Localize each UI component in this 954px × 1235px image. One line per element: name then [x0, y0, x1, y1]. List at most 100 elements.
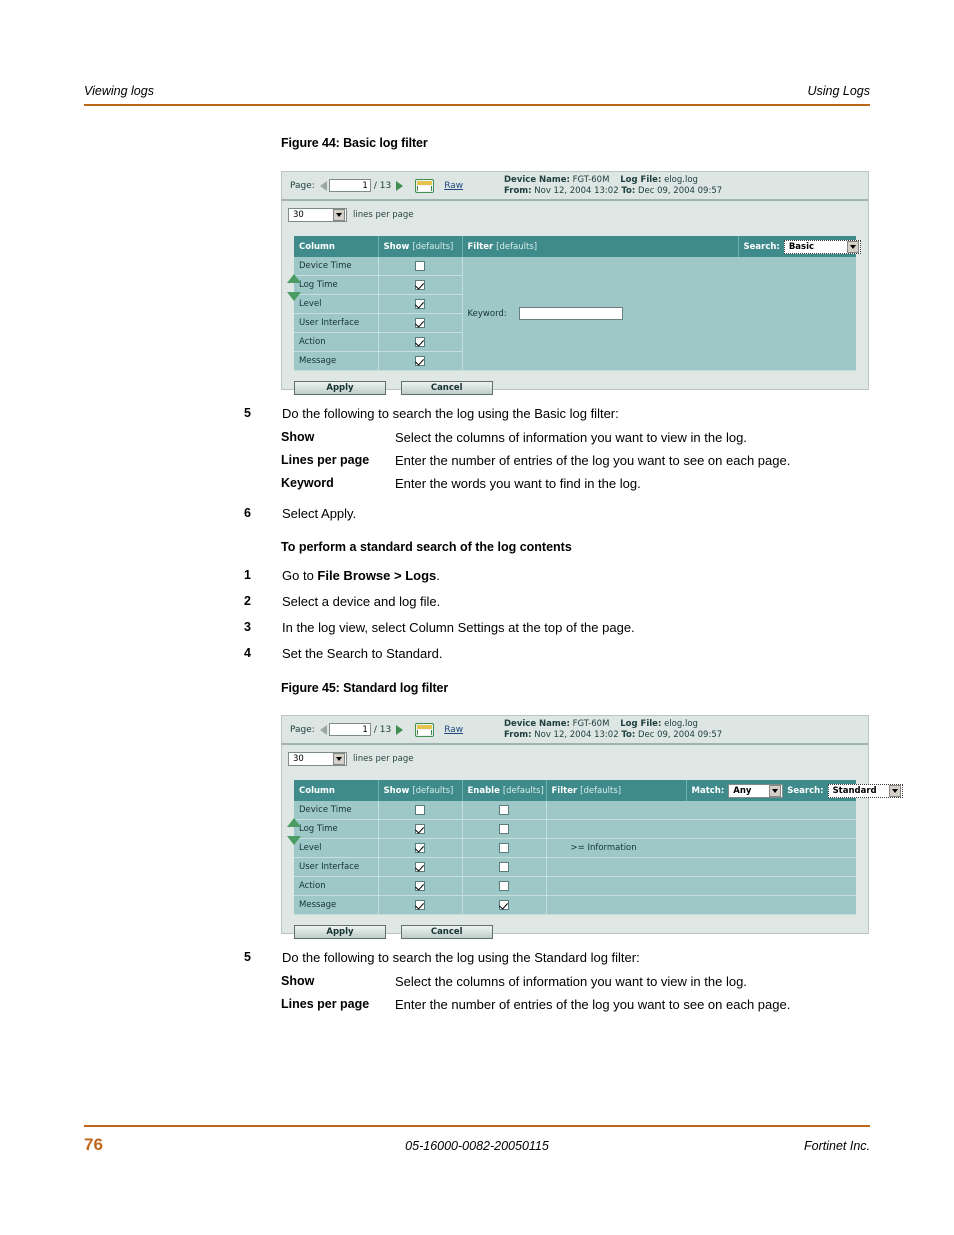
enable-checkbox-cell[interactable]	[462, 876, 547, 896]
show-checkbox[interactable]	[415, 880, 425, 891]
raw-link[interactable]: Raw	[444, 181, 463, 191]
show-checkbox[interactable]	[415, 861, 425, 872]
match-select[interactable]: Any	[728, 783, 784, 798]
enable-checkbox[interactable]	[499, 823, 509, 834]
enable-checkbox-cell[interactable]	[462, 819, 547, 839]
page-footer: 76 05-16000-0082-20050115 Fortinet Inc.	[84, 1135, 870, 1155]
move-up-icon[interactable]	[287, 818, 301, 827]
show-checkbox-cell[interactable]	[378, 275, 463, 295]
enable-checkbox-cell[interactable]	[462, 857, 547, 877]
enable-defaults-link[interactable]: [defaults]	[503, 786, 544, 796]
enable-checkbox[interactable]	[499, 899, 509, 910]
keyword-input[interactable]	[519, 307, 624, 320]
filter-defaults-link[interactable]: [defaults]	[580, 786, 621, 796]
page-number-input[interactable]: 1	[328, 179, 371, 192]
show-checkbox-cell[interactable]	[378, 801, 463, 820]
show-checkbox-cell[interactable]	[378, 294, 463, 314]
move-up-icon[interactable]	[287, 274, 301, 283]
step-5-standard: 5 Do the following to search the log usi…	[244, 949, 864, 966]
show-checkbox-cell[interactable]	[378, 313, 463, 333]
show-checkbox[interactable]	[415, 279, 425, 290]
raw-link[interactable]: Raw	[444, 725, 463, 735]
move-down-icon[interactable]	[287, 836, 301, 845]
row-label: User Interface	[294, 857, 379, 877]
filter-defaults-link[interactable]: [defaults]	[496, 242, 537, 252]
lines-per-page-select[interactable]: 30	[288, 207, 347, 222]
next-page-arrow-icon[interactable]	[396, 180, 404, 191]
show-defaults-link[interactable]: [defaults]	[412, 786, 453, 796]
filter-value-cell[interactable]	[546, 819, 686, 839]
filter-spacer-cell	[686, 895, 856, 915]
enable-checkbox-cell[interactable]	[462, 895, 547, 915]
from-label: From:	[504, 186, 532, 196]
chevron-down-icon[interactable]	[888, 784, 901, 797]
show-defaults-link[interactable]: [defaults]	[412, 242, 453, 252]
enable-checkbox[interactable]	[499, 880, 509, 891]
row-label: Level	[294, 294, 379, 314]
show-checkbox-cell[interactable]	[378, 351, 463, 371]
filter-value-cell[interactable]	[546, 895, 686, 915]
show-checkbox-cell[interactable]	[378, 895, 463, 915]
cancel-button[interactable]: Cancel	[400, 381, 493, 395]
show-checkbox[interactable]	[415, 804, 425, 815]
show-checkbox[interactable]	[415, 842, 425, 853]
enable-checkbox[interactable]	[499, 861, 509, 872]
show-checkbox[interactable]	[415, 298, 425, 309]
enable-checkbox[interactable]	[499, 804, 509, 815]
filter-spacer-cell	[686, 876, 856, 896]
filter-value-cell[interactable]	[546, 876, 686, 896]
step-text: Do the following to search the log using…	[282, 406, 619, 421]
lines-per-page-value: 30	[293, 209, 304, 220]
definition-description: Select the columns of information you wa…	[395, 974, 747, 989]
show-checkbox-cell[interactable]	[378, 257, 463, 276]
row-reorder-controls[interactable]	[287, 818, 301, 854]
row-reorder-controls[interactable]	[287, 274, 301, 310]
button-bar-basic: Apply Cancel	[282, 371, 868, 404]
table-header-row: Column Show [defaults] Enable [defaults]…	[294, 780, 903, 801]
enable-checkbox-cell[interactable]	[462, 838, 547, 858]
chevron-down-icon[interactable]	[333, 752, 345, 765]
previous-page-arrow-icon[interactable]	[319, 180, 327, 191]
log-toolbar-basic: Page: 1 / 13 Raw Device Name: FGT-60M Lo…	[282, 172, 868, 201]
chevron-down-icon[interactable]	[769, 784, 782, 797]
show-checkbox[interactable]	[415, 823, 425, 834]
filter-value-cell[interactable]	[546, 801, 686, 820]
show-checkbox[interactable]	[415, 355, 425, 366]
next-page-arrow-icon[interactable]	[396, 724, 404, 735]
footer-rule	[84, 1125, 870, 1127]
show-checkbox[interactable]	[415, 899, 425, 910]
page-number-input[interactable]: 1	[328, 723, 371, 736]
procedure-heading: To perform a standard search of the log …	[281, 540, 572, 554]
chevron-down-icon[interactable]	[333, 208, 345, 221]
enable-checkbox-cell[interactable]	[462, 801, 547, 820]
show-checkbox[interactable]	[415, 260, 425, 271]
show-checkbox-cell[interactable]	[378, 332, 463, 352]
filter-value-cell[interactable]: >= Information	[546, 838, 686, 858]
lines-per-page-select[interactable]: 30	[288, 751, 347, 766]
show-checkbox-cell[interactable]	[378, 819, 463, 839]
enable-checkbox[interactable]	[499, 842, 509, 853]
running-header-left: Viewing logs	[84, 84, 154, 98]
search-mode-select[interactable]: Basic	[783, 239, 861, 254]
show-checkbox-cell[interactable]	[378, 838, 463, 858]
definition-lines-per-page-basic: Lines per page Enter the number of entri…	[281, 452, 881, 469]
show-checkbox[interactable]	[415, 317, 425, 328]
column-settings-icon[interactable]	[415, 178, 435, 193]
apply-button[interactable]: Apply	[294, 925, 386, 939]
chevron-down-icon[interactable]	[846, 240, 859, 253]
step-2: 2 Select a device and log file.	[244, 593, 864, 610]
filter-value-cell[interactable]	[546, 857, 686, 877]
column-settings-icon[interactable]	[415, 722, 435, 737]
search-mode-select[interactable]: Standard	[827, 783, 903, 798]
show-checkbox-cell[interactable]	[378, 857, 463, 877]
device-name-label: Device Name:	[504, 719, 570, 729]
apply-button[interactable]: Apply	[294, 381, 386, 395]
show-checkbox[interactable]	[415, 336, 425, 347]
to-value: Dec 09, 2004 09:57	[637, 186, 723, 196]
move-down-icon[interactable]	[287, 292, 301, 301]
previous-page-arrow-icon[interactable]	[319, 724, 327, 735]
filter-spacer-cell	[686, 819, 856, 839]
keyword-label: Keyword:	[467, 309, 507, 319]
cancel-button[interactable]: Cancel	[400, 925, 493, 939]
show-checkbox-cell[interactable]	[378, 876, 463, 896]
